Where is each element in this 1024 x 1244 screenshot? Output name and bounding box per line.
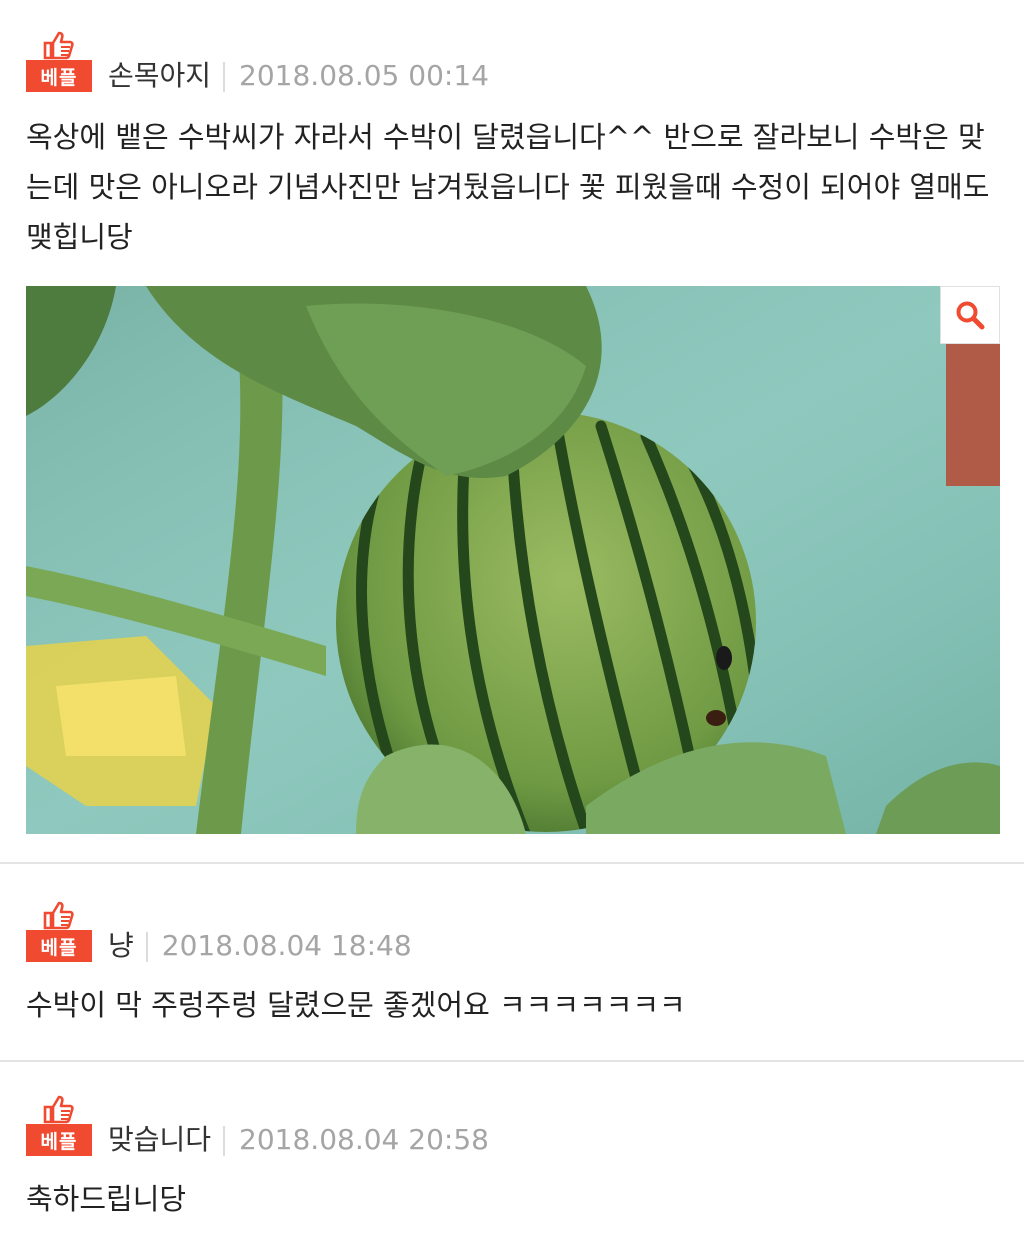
- badge-label: 베플: [26, 60, 92, 92]
- comment-meta: 베플 냥 2018.08.04 18:48: [26, 898, 998, 962]
- comment-item: 베플 맞습니다 2018.08.04 20:58 축하드립니당: [0, 1062, 1024, 1244]
- comment-item: 베플 냥 2018.08.04 18:48 수박이 막 주렁주렁 달렸으문 좋겠…: [0, 864, 1024, 1060]
- comment-meta: 베플 손목아지 2018.08.05 00:14: [26, 28, 998, 92]
- comment-date: 2018.08.04 18:48: [161, 929, 412, 962]
- comment-nickname[interactable]: 손목아지: [108, 60, 211, 92]
- comment-item: 베플 손목아지 2018.08.05 00:14 옥상에 뱉은 수박씨가 자라서…: [0, 0, 1024, 862]
- thumbs-up-icon: [43, 1095, 74, 1124]
- comment-meta: 베플 맞습니다 2018.08.04 20:58: [26, 1092, 998, 1156]
- comment-photo[interactable]: [26, 286, 1000, 834]
- comment-text: 축하드립니당: [26, 1182, 187, 1216]
- comment-nickname[interactable]: 냥: [108, 930, 134, 962]
- meta-separator: [223, 62, 226, 92]
- comment-nickname[interactable]: 맞습니다: [108, 1124, 211, 1156]
- meta-separator: [145, 932, 148, 962]
- thumbs-up-icon: [43, 31, 74, 60]
- badge-label: 베플: [26, 1124, 92, 1156]
- comment-date: 2018.08.05 00:14: [239, 59, 489, 92]
- thumbs-up-icon: [43, 901, 74, 930]
- badge-label: 베플: [26, 930, 92, 962]
- best-comment-badge: 베플: [26, 30, 92, 92]
- comment-text: 옥상에 뱉은 수박씨가 자라서 수박이 달렸읍니다^^ 반으로 잘라보니 수박은…: [26, 120, 990, 254]
- best-comment-badge: 베플: [26, 900, 92, 962]
- watermark-photo-illustration: [26, 286, 1000, 834]
- comment-date: 2018.08.04 20:58: [239, 1123, 489, 1156]
- magnifier-icon: [956, 301, 985, 330]
- photo-zoom-button[interactable]: [940, 286, 1000, 344]
- best-comment-badge: 베플: [26, 1094, 92, 1156]
- comment-text: 수박이 막 주렁주렁 달렸으문 좋겠어요 ㅋㅋㅋㅋㅋㅋㅋ: [26, 988, 686, 1022]
- meta-separator: [223, 1126, 226, 1156]
